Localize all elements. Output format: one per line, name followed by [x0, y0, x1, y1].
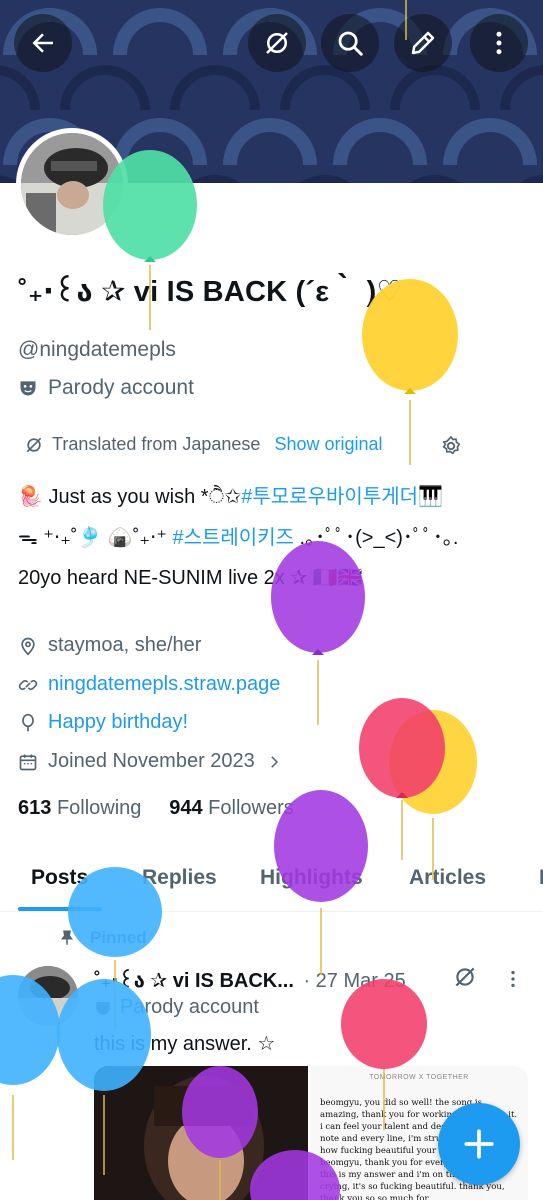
post-parody-badge: Parody account [94, 996, 259, 1019]
post-parody-label: Parody account [120, 996, 259, 1018]
show-original-link[interactable]: Show original [274, 434, 382, 455]
grok-icon[interactable] [452, 964, 478, 990]
display-name: ˚₊‧꒰ა ✰ vi IS BACK (´ε｀ )♡ [18, 276, 403, 308]
profile-avatar[interactable] [16, 128, 128, 240]
bio-line-1: 🪼 Just as you wish *ੈ✩#투모로우바이투게더🎹 [18, 480, 443, 509]
post-more-icon[interactable] [502, 968, 524, 990]
back-button[interactable] [14, 14, 72, 72]
birthday-text[interactable]: Happy birthday! [48, 711, 188, 734]
avatar-photo [18, 966, 78, 1026]
grok-icon [266, 32, 288, 54]
post-avatar[interactable] [18, 966, 78, 1026]
search-icon [338, 31, 363, 56]
more-button[interactable] [470, 14, 528, 72]
bio-text: .｡･ﾟﾟ･(>_<)･ﾟﾟ･｡. [294, 527, 459, 549]
compose-button[interactable] [438, 1103, 520, 1185]
edit-button[interactable] [394, 14, 452, 72]
following-count: 613 [18, 797, 52, 819]
bio-line-3: 20yo heard NE-SUNIM live 2x ✰ 🇮🇹🇬🇧 [18, 567, 363, 589]
translation-row: Translated from Japanese Show original [24, 434, 383, 455]
followers-link[interactable]: 944 Followers [169, 797, 294, 819]
balloon-yellow-2 [389, 710, 477, 880]
bio-line-2: ᯓ ⁺‧₊˚🎐 🍙˚₊‧⁺ #스트레이키즈 .｡･ﾟﾟ･(>_<)･ﾟﾟ･｡. [18, 521, 458, 550]
profile-tabs: Posts Replies Highlights Articles M [0, 860, 543, 912]
chevron-right-icon [271, 755, 278, 768]
translated-label: Translated from Japanese [52, 434, 261, 454]
location-row: staymoa, she/her [18, 634, 201, 657]
avatar-photo [21, 133, 123, 235]
media-photo [94, 1066, 308, 1200]
translation-settings-icon[interactable] [440, 435, 462, 457]
joined-row[interactable]: Joined November 2023 [18, 750, 283, 773]
grok-button[interactable] [248, 14, 306, 72]
mask-icon [20, 381, 36, 396]
plus-icon [464, 1129, 494, 1159]
pinned-label: Pinned [90, 928, 147, 947]
bio-text: ᯓ ⁺‧₊˚🎐 🍙˚₊‧⁺ [18, 527, 167, 549]
pinned-indicator: Pinned [58, 928, 147, 948]
post-header: ˚₊‧꒰ა ✰ vi IS BACK... · 27 Mar 25 [94, 966, 406, 993]
more-vertical-icon [496, 31, 502, 55]
media-header: TOMORROW X TOGETHER [369, 1074, 469, 1081]
search-button[interactable] [321, 14, 379, 72]
parody-badge: Parody account [18, 376, 194, 400]
joined-text: Joined November 2023 [48, 750, 255, 772]
hashtag-link[interactable]: #투모로우바이투게더🎹 [241, 486, 443, 508]
hashtag-link[interactable]: #스트레이키즈 [172, 527, 294, 549]
birthday-row: Happy birthday! [18, 711, 188, 734]
post-author[interactable]: ˚₊‧꒰ა ✰ vi IS BACK... [94, 970, 294, 992]
followers-label: Followers [208, 797, 294, 819]
location-text: staymoa, she/her [48, 634, 202, 656]
translate-icon [26, 437, 42, 452]
tab-highlights[interactable]: Highlights [260, 866, 363, 890]
profile-handle: @ningdatemepls [18, 338, 176, 361]
tab-posts[interactable]: Posts [31, 866, 88, 890]
tab-replies[interactable]: Replies [142, 866, 217, 890]
post-date[interactable]: · 27 Mar 25 [303, 970, 405, 992]
follow-stats: 613 Following 944 Followers [18, 797, 294, 820]
parody-label: Parody account [48, 376, 194, 399]
mask-icon [96, 1001, 110, 1015]
location-pin-icon [21, 637, 35, 656]
balloon-red [359, 698, 445, 860]
tab-media[interactable]: M [539, 866, 543, 890]
bio-text: 🪼 Just as you wish *ੈ✩ [18, 486, 242, 508]
post-text: this is my answer. ☆ [94, 1033, 276, 1055]
followers-count: 944 [169, 797, 203, 819]
post-media-photo[interactable] [94, 1066, 308, 1200]
website-link[interactable]: ningdatemepls.straw.page [48, 673, 280, 696]
pencil-icon [411, 31, 435, 55]
calendar-icon [19, 754, 37, 770]
tab-articles[interactable]: Articles [409, 866, 486, 890]
active-tab-indicator [18, 907, 102, 911]
link-icon [18, 679, 38, 690]
following-link[interactable]: 613 Following [18, 797, 141, 819]
website-row: ningdatemepls.straw.page [18, 673, 280, 696]
pin-icon [61, 930, 73, 945]
arrow-left-icon [32, 33, 53, 53]
balloon-icon [22, 713, 34, 731]
following-label: Following [56, 797, 142, 819]
